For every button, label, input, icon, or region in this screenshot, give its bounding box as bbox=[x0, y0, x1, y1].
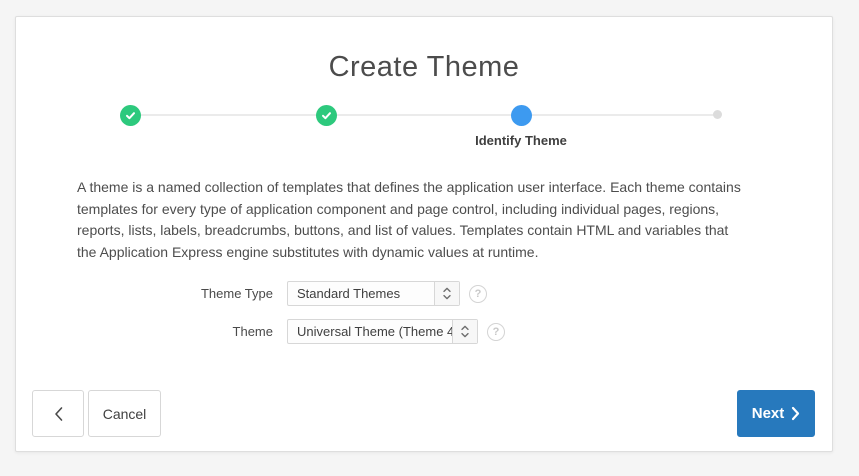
page-title: Create Theme bbox=[16, 51, 832, 84]
theme-help-icon[interactable]: ? bbox=[487, 323, 505, 341]
theme-selected-value: Universal Theme (Theme 42) bbox=[288, 320, 452, 343]
wizard-step-4-upcoming bbox=[713, 110, 722, 119]
select-spinner-icon[interactable] bbox=[452, 320, 477, 343]
chevron-left-icon bbox=[53, 405, 64, 423]
wizard-step-1-complete bbox=[120, 105, 141, 126]
wizard-step-2-complete bbox=[316, 105, 337, 126]
check-icon bbox=[124, 109, 137, 122]
theme-description-text: A theme is a named collection of templat… bbox=[77, 177, 751, 263]
theme-label: Theme bbox=[16, 324, 273, 339]
create-theme-wizard-dialog: Create Theme Identify Theme A theme is a… bbox=[15, 16, 833, 452]
theme-type-row: Theme Type Standard Themes ? bbox=[16, 281, 487, 306]
next-button-label: Next bbox=[752, 405, 785, 422]
theme-type-help-icon[interactable]: ? bbox=[469, 285, 487, 303]
theme-select[interactable]: Universal Theme (Theme 42) bbox=[287, 319, 478, 344]
cancel-button[interactable]: Cancel bbox=[88, 390, 161, 437]
theme-type-label: Theme Type bbox=[16, 286, 273, 301]
next-button[interactable]: Next bbox=[737, 390, 815, 437]
theme-row: Theme Universal Theme (Theme 42) ? bbox=[16, 319, 505, 344]
theme-type-select[interactable]: Standard Themes bbox=[287, 281, 460, 306]
back-button[interactable] bbox=[32, 390, 84, 437]
wizard-step-3-current bbox=[511, 105, 532, 126]
select-spinner-icon[interactable] bbox=[434, 282, 459, 305]
wizard-progress-line bbox=[130, 114, 718, 116]
chevron-right-icon bbox=[791, 406, 800, 421]
theme-type-selected-value: Standard Themes bbox=[288, 282, 434, 305]
check-icon bbox=[320, 109, 333, 122]
current-step-label: Identify Theme bbox=[475, 133, 567, 148]
